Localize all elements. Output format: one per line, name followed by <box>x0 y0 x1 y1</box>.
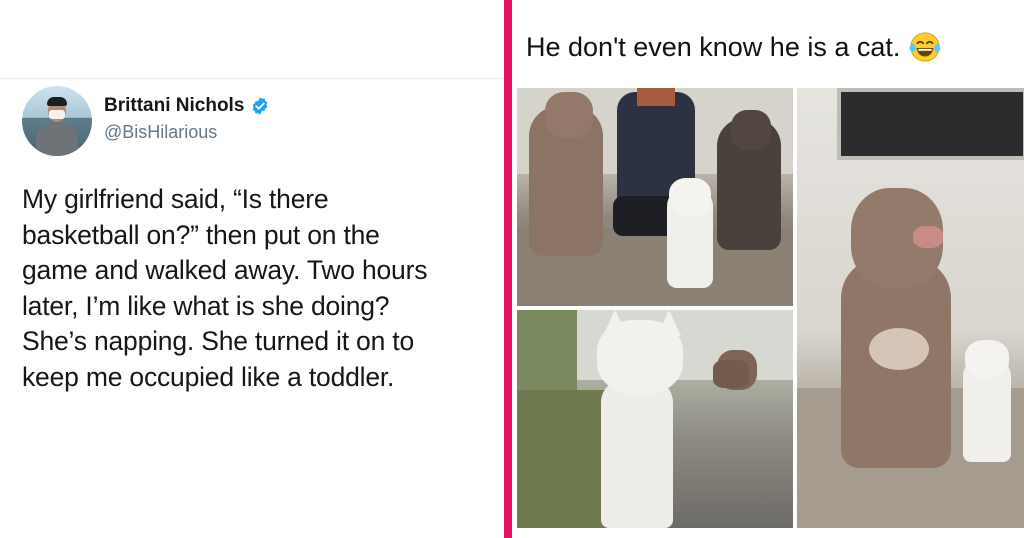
verified-badge-icon <box>253 97 268 115</box>
meme-panel: He don't even know he is a cat. <box>512 0 1024 538</box>
panel-divider <box>504 0 512 538</box>
avatar[interactable] <box>22 86 92 156</box>
tweet-text: My girlfriend said, “Is there basketball… <box>22 184 428 392</box>
top-separator <box>0 78 504 79</box>
pitbull-and-cat-standing-photo <box>797 88 1024 528</box>
display-name[interactable]: Brittani Nichols <box>104 95 244 117</box>
dogs-and-cat-with-man-photo <box>517 88 793 306</box>
author-row: Brittani Nichols <box>104 94 270 118</box>
tweet-panel: Brittani Nichols @BisHilarious My girlfr… <box>0 0 504 538</box>
meme-caption-text: He don't even know he is a cat. <box>526 31 901 62</box>
laughing-crying-emoji-icon <box>910 32 941 62</box>
user-handle[interactable]: @BisHilarious <box>104 122 217 143</box>
meme-caption: He don't even know he is a cat. <box>526 30 942 64</box>
white-cat-closeup-photo <box>517 310 793 528</box>
